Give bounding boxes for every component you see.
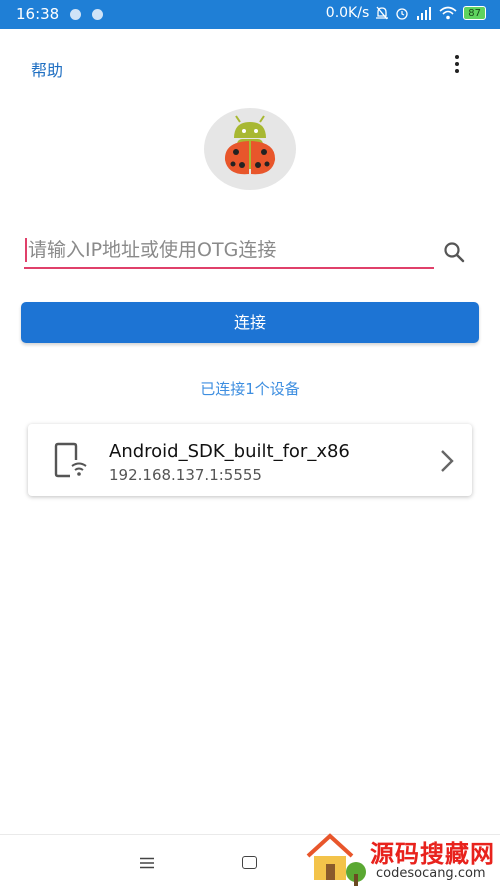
notification-icon <box>70 9 81 20</box>
network-speed: 0.0K/s <box>325 5 370 21</box>
more-options-icon[interactable] <box>448 55 466 77</box>
signal-icon <box>417 7 432 20</box>
wifi-icon <box>439 6 457 20</box>
search-field[interactable] <box>24 233 434 269</box>
watermark: 源码搜藏网 codesocang.com <box>300 828 500 888</box>
connect-button[interactable]: 连接 <box>21 302 479 343</box>
app-logo <box>204 108 296 190</box>
watermark-title: 源码搜藏网 <box>370 840 495 868</box>
search-icon[interactable] <box>442 240 466 264</box>
text-cursor <box>25 238 27 262</box>
ip-address-input[interactable] <box>28 235 428 265</box>
chevron-right-icon <box>441 450 454 472</box>
menu-icon[interactable] <box>139 857 155 869</box>
mute-icon <box>376 6 389 20</box>
status-right: 0.0K/s 87 <box>326 5 486 21</box>
help-link[interactable]: 帮助 <box>31 57 63 81</box>
status-bar: 16:38 0.0K/s 87 <box>0 0 500 29</box>
house-logo-icon <box>306 833 366 886</box>
status-time: 16:38 <box>16 5 60 23</box>
connected-device-count: 已连接1个设备 <box>200 380 300 398</box>
watermark-domain: codesocang.com <box>376 866 486 881</box>
device-address: 192.168.137.1:5555 <box>109 466 262 484</box>
wireless-phone-icon <box>54 442 87 478</box>
device-name: Android_SDK_built_for_x86 <box>109 441 350 462</box>
ladybug-android-icon <box>224 115 276 175</box>
battery-indicator: 87 <box>463 6 486 20</box>
notification-icon <box>92 9 103 20</box>
device-list-item[interactable]: Android_SDK_built_for_x86 192.168.137.1:… <box>28 424 472 496</box>
home-button[interactable] <box>242 856 257 869</box>
alarm-icon <box>396 8 408 20</box>
